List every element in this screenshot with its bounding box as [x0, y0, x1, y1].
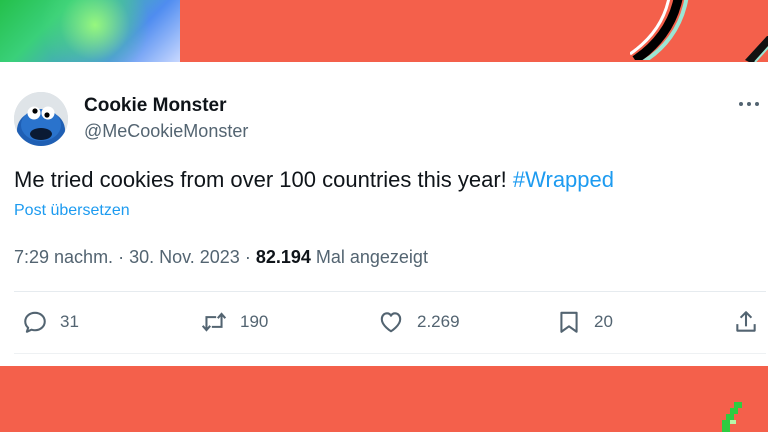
bookmark-icon: [560, 311, 578, 333]
action-bar: 31 190 2.269 20: [0, 307, 768, 337]
avatar[interactable]: [14, 92, 68, 146]
share-icon: [736, 311, 756, 332]
more-options-button[interactable]: [738, 92, 768, 116]
share-button[interactable]: [733, 307, 759, 337]
translate-post-link[interactable]: Post übersetzen: [14, 202, 130, 220]
tweet-card: Cookie Monster @MeCookieMonster Me tried…: [0, 62, 768, 366]
like-icon: [380, 312, 402, 333]
bookmark-button[interactable]: 20: [556, 307, 613, 337]
views-count: 82.194: [255, 247, 311, 267]
like-count: 2.269: [417, 312, 460, 331]
reply-icon: [24, 311, 46, 333]
pixel-decoration: [722, 402, 742, 432]
author-handle[interactable]: @MeCookieMonster: [84, 121, 248, 142]
top-decorative-band: [0, 0, 768, 62]
bottom-decorative-band: [0, 366, 768, 432]
reply-count: 31: [60, 312, 79, 331]
gradient-decoration: [0, 0, 180, 62]
author-name[interactable]: Cookie Monster: [84, 95, 227, 117]
meta-separator: ·: [113, 247, 130, 267]
swoosh-decoration: [630, 0, 689, 60]
more-horizontal-icon: [739, 102, 759, 106]
tweet-text: Me tried cookies from over 100 countries…: [14, 167, 614, 193]
tweet-date[interactable]: 30. Nov. 2023: [129, 247, 240, 267]
cookie-monster-avatar-icon: [14, 92, 68, 146]
tweet-time[interactable]: 7:29 nachm.: [14, 247, 113, 267]
like-button[interactable]: 2.269: [377, 307, 460, 337]
bookmark-count: 20: [594, 312, 613, 331]
meta-separator: ·: [239, 247, 256, 267]
repost-count: 190: [240, 312, 269, 331]
tweet-meta: 7:29 nachm. · 30. Nov. 2023 · 82.194 Mal…: [14, 247, 428, 268]
corner-decoration: [745, 36, 768, 62]
divider: [14, 353, 766, 354]
views-label: Mal angezeigt: [310, 247, 428, 267]
tweet-body: Me tried cookies from over 100 countries…: [14, 167, 513, 192]
divider: [14, 291, 766, 292]
repost-button[interactable]: 190: [200, 307, 268, 337]
repost-icon: [201, 312, 227, 332]
hashtag-link[interactable]: #Wrapped: [513, 167, 614, 192]
reply-button[interactable]: 31: [22, 307, 79, 337]
